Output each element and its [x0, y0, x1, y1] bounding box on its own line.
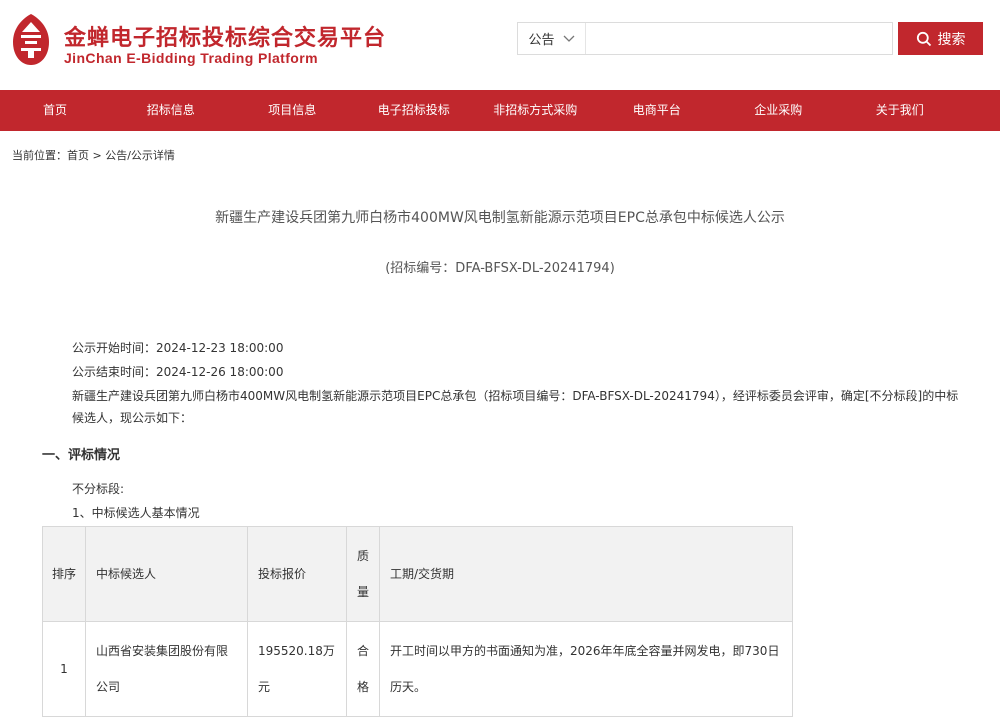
nav-item-ecommerce[interactable]: 电商平台: [596, 90, 718, 131]
brand-name-cn: 金蝉电子招标投标综合交易平台: [64, 26, 387, 51]
publish-start-time: 公示开始时间：2024-12-23 18:00:00: [72, 341, 284, 355]
publish-end-time: 公示结束时间：2024-12-26 18:00:00: [72, 365, 284, 379]
nav-item-tender-info[interactable]: 招标信息: [110, 90, 232, 131]
table-row: 1 山西省安装集团股份有限公司 195520.18万元 合格 开工时间以甲方的书…: [42, 621, 793, 717]
cell-candidate: 山西省安装集团股份有限公司: [85, 621, 248, 717]
header-rank: 排序: [42, 526, 86, 622]
search-category-value: 公告: [528, 33, 555, 48]
search-bar: 公告: [517, 22, 893, 55]
search-button-label: 搜索: [937, 30, 966, 47]
main-nav: 首页 招标信息 项目信息 电子招标投标 非招标方式采购 电商平台 企业采购 关于…: [0, 90, 1000, 131]
section-heading-evaluation: 一、评标情况: [42, 448, 121, 463]
cell-price: 195520.18万元: [247, 621, 347, 717]
breadcrumb-prefix: 当前位置：: [12, 149, 67, 162]
cell-quality: 合格: [346, 621, 380, 717]
header-candidate: 中标候选人: [85, 526, 248, 622]
chevron-down-icon: [563, 35, 574, 42]
breadcrumb-separator: >: [89, 149, 106, 162]
header-price: 投标报价: [247, 526, 347, 622]
page-title: 新疆生产建设兵团第九师白杨市400MW风电制氢新能源示范项目EPC总承包中标候选…: [215, 210, 785, 226]
brand-logo-icon[interactable]: [10, 12, 52, 67]
nav-item-enterprise-procurement[interactable]: 企业采购: [718, 90, 840, 131]
table-header-row: 排序 中标候选人 投标报价 质量 工期/交货期: [42, 526, 793, 622]
tender-code: (招标编号：DFA-BFSX-DL-20241794): [385, 261, 615, 276]
intro-paragraph: 新疆生产建设兵团第九师白杨市400MW风电制氢新能源示范项目EPC总承包（招标项…: [72, 389, 959, 425]
search-icon: [916, 31, 931, 46]
nav-item-about-us[interactable]: 关于我们: [839, 90, 961, 131]
nav-item-non-tender-procurement[interactable]: 非招标方式采购: [475, 90, 597, 131]
nav-item-home[interactable]: 首页: [0, 90, 110, 131]
cell-period: 开工时间以甲方的书面通知为准，2026年年底全容量并网发电，即730日历天。: [379, 621, 793, 717]
brand-name-en: JinChan E-Bidding Trading Platform: [64, 50, 318, 66]
section-label: 不分标段:: [72, 482, 125, 496]
nav-item-project-info[interactable]: 项目信息: [232, 90, 354, 131]
site-header: 金蝉电子招标投标综合交易平台 JinChan E-Bidding Trading…: [0, 0, 1000, 90]
breadcrumb-current: 公告/公示详情: [105, 149, 175, 162]
candidate-table: 排序 中标候选人 投标报价 质量 工期/交货期 1 山西省安装集团股份有限公司 …: [42, 526, 793, 717]
header-period: 工期/交货期: [379, 526, 793, 622]
search-input[interactable]: [586, 23, 892, 54]
cell-rank: 1: [42, 621, 86, 717]
search-category-select[interactable]: 公告: [518, 23, 586, 54]
breadcrumb-home-link[interactable]: 首页: [67, 149, 89, 162]
breadcrumb: 当前位置：首页 > 公告/公示详情: [12, 147, 175, 163]
header-quality: 质量: [346, 526, 380, 622]
search-button[interactable]: 搜索: [898, 22, 983, 55]
subsection-heading: 1、中标候选人基本情况: [72, 506, 200, 520]
nav-item-e-bidding[interactable]: 电子招标投标: [353, 90, 475, 131]
